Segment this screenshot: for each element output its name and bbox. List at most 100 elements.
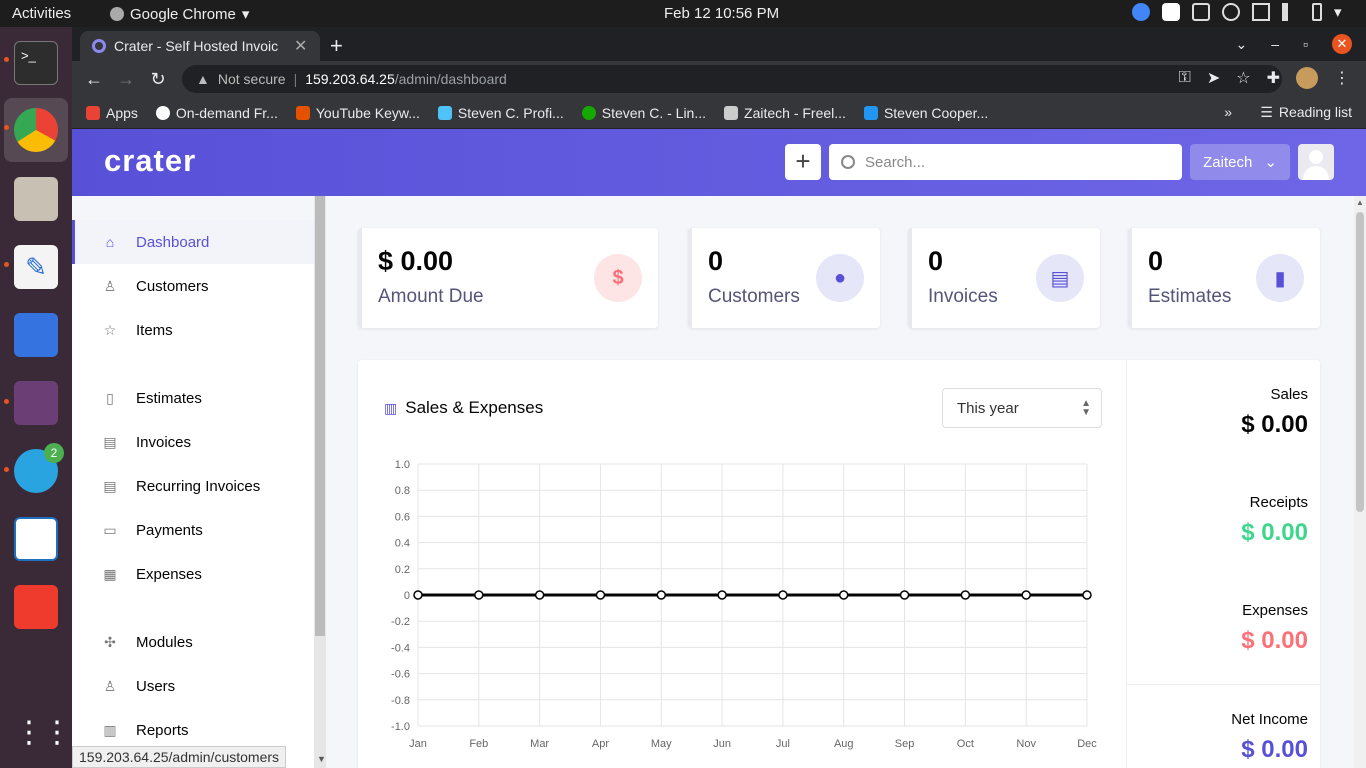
bookmark-apps[interactable]: Apps <box>86 105 138 121</box>
company-switcher[interactable]: Zaitech ⌄ <box>1190 144 1290 180</box>
warning-icon[interactable]: ▲ <box>196 71 210 87</box>
x-tick-label: Nov <box>1016 738 1036 750</box>
screenshot-icon[interactable] <box>14 313 58 357</box>
close-tab-icon[interactable]: ✕ <box>294 36 312 56</box>
maximize-icon[interactable]: ▫ <box>1303 36 1308 52</box>
sidebar-item-users[interactable]: ♙ Users <box>72 664 314 708</box>
network-icon[interactable] <box>1252 3 1270 21</box>
customers-card[interactable]: 0 Customers ● <box>688 228 880 328</box>
sidebar-scrollbar[interactable]: ▼ <box>314 196 326 768</box>
chart-title: ▥ Sales & Expenses <box>384 398 543 418</box>
new-tab-button[interactable]: + <box>330 33 343 59</box>
more-bookmarks-button[interactable]: » <box>1224 104 1232 120</box>
text-editor-icon[interactable]: ✎ <box>14 245 58 289</box>
app-menu[interactable]: Google Chrome ▾ <box>110 5 249 23</box>
invoices-card[interactable]: 0 Invoices ▤ <box>908 228 1100 328</box>
reading-list-button[interactable]: ☰ Reading list <box>1260 104 1352 121</box>
running-indicator <box>4 125 9 130</box>
chart-bar-icon: ▥ <box>103 722 117 738</box>
sidebar-item-recurring-invoices[interactable]: ▤ Recurring Invoices <box>72 464 314 508</box>
credit-card-icon: ▭ <box>103 522 117 538</box>
address-bar[interactable]: ▲ Not secure | 159.203.64.25/admin/dashb… <box>182 65 1282 93</box>
anydesk-icon[interactable] <box>14 585 58 629</box>
sidebar-scroll-thumb[interactable] <box>315 196 325 636</box>
bookmark-item[interactable]: YouTube Keyw... <box>295 105 420 121</box>
close-window-icon[interactable]: ✕ <box>1332 34 1352 54</box>
document-icon: ▮ <box>1256 254 1304 302</box>
reload-icon[interactable]: ↻ <box>142 69 174 90</box>
amount-due-card[interactable]: $ 0.00 Amount Due $ <box>358 228 658 328</box>
brightness-icon[interactable] <box>1222 3 1240 21</box>
security-label[interactable]: Not secure <box>218 71 286 87</box>
files-icon[interactable] <box>14 177 58 221</box>
crater-logo[interactable]: crater <box>104 143 196 179</box>
extensions-icon[interactable]: ✚ <box>1267 68 1280 88</box>
user-avatar[interactable] <box>1298 144 1334 180</box>
data-point <box>656 590 667 600</box>
data-point <box>474 590 484 600</box>
bookmark-item[interactable]: Steven C. - Lin... <box>581 105 706 121</box>
data-point <box>838 590 849 600</box>
chrome-icon <box>110 7 124 21</box>
data-point <box>413 590 423 600</box>
y-tick-label: -0.4 <box>391 642 410 654</box>
activities-button[interactable]: Activities <box>12 5 71 22</box>
sidebar-item-customers[interactable]: ♙ Customers <box>72 264 314 308</box>
x-tick-label: Aug <box>834 738 854 750</box>
tab-search-icon[interactable]: ⌄ <box>1236 36 1248 53</box>
estimates-card[interactable]: 0 Estimates ▮ <box>1128 228 1320 328</box>
video-icon[interactable] <box>1192 3 1210 21</box>
system-tray[interactable]: ▾ <box>1132 3 1352 21</box>
sidebar-item-invoices[interactable]: ▤ Invoices <box>72 420 314 464</box>
minimize-icon[interactable]: – <box>1271 36 1279 52</box>
scroll-up-arrow-icon[interactable]: ▲ <box>1356 198 1364 207</box>
writer-icon[interactable] <box>14 517 58 561</box>
skype-icon[interactable] <box>1162 3 1180 21</box>
terminal-icon[interactable]: >_ <box>14 41 58 85</box>
search-input[interactable]: Search... <box>829 144 1182 180</box>
running-indicator <box>4 262 9 267</box>
chrome-dock-icon[interactable] <box>14 108 58 152</box>
tab-title: Crater - Self Hosted Invoic <box>114 38 279 54</box>
forward-icon[interactable]: → <box>110 69 142 90</box>
show-apps-icon[interactable]: ⋮⋮⋮ <box>14 713 100 757</box>
browser-window: Crater - Self Hosted Invoic ✕ + ⌄ – ▫ ✕ … <box>72 27 1366 768</box>
send-icon[interactable]: ➤ <box>1207 68 1220 88</box>
page-scrollbar[interactable]: ▲ <box>1354 196 1366 768</box>
power-caret-icon[interactable]: ▾ <box>1334 3 1352 21</box>
create-new-button[interactable]: + <box>785 144 821 180</box>
page-scroll-thumb[interactable] <box>1356 212 1364 512</box>
bookmark-item[interactable]: Steven Cooper... <box>863 105 988 121</box>
bookmark-item[interactable]: Steven C. Profi... <box>437 105 564 121</box>
user-icon: ● <box>816 254 864 302</box>
handshake-icon <box>724 105 739 120</box>
bookmark-item[interactable]: On-demand Fr... <box>155 105 278 121</box>
puzzle-icon: ✣ <box>104 634 116 650</box>
video-recorder-icon[interactable] <box>14 381 58 425</box>
date-range-select[interactable]: This year ▲ ▼ <box>942 388 1102 428</box>
sidebar-item-modules[interactable]: ✣ Modules <box>72 620 314 664</box>
key-icon[interactable]: ⚿ <box>1179 69 1191 87</box>
sidebar-item-payments[interactable]: ▭ Payments <box>72 508 314 552</box>
chrome-notify-icon[interactable] <box>1132 3 1150 21</box>
browser-tab[interactable]: Crater - Self Hosted Invoic ✕ <box>80 31 320 61</box>
select-arrows-icon: ▲ ▼ <box>1081 398 1091 418</box>
profile-avatar[interactable] <box>1296 67 1318 89</box>
bookmark-star-icon[interactable]: ☆ <box>1236 68 1250 88</box>
sidebar-item-items[interactable]: ☆ Items <box>72 308 314 352</box>
back-icon[interactable]: ← <box>78 69 110 90</box>
x-tick-label: Mar <box>530 738 549 750</box>
data-point <box>595 590 606 600</box>
clock[interactable]: Feb 12 10:56 PM <box>664 5 779 22</box>
scroll-down-arrow-icon[interactable]: ▼ <box>317 754 326 764</box>
volume-icon[interactable] <box>1282 3 1300 21</box>
x-tick-label: Feb <box>469 738 488 750</box>
battery-icon[interactable] <box>1312 3 1322 21</box>
sidebar-item-dashboard[interactable]: ⌂ Dashboard <box>72 220 314 264</box>
sidebar-item-estimates[interactable]: ▯ Estimates <box>72 376 314 420</box>
bookmark-item[interactable]: Zaitech - Freel... <box>724 105 846 121</box>
sidebar-item-expenses[interactable]: ▦ Expenses <box>72 552 314 596</box>
tab-strip: Crater - Self Hosted Invoic ✕ + ⌄ – ▫ ✕ <box>72 27 1366 61</box>
menu-icon[interactable]: ⋮ <box>1334 68 1350 88</box>
receipts-label: Receipts <box>1249 494 1308 511</box>
